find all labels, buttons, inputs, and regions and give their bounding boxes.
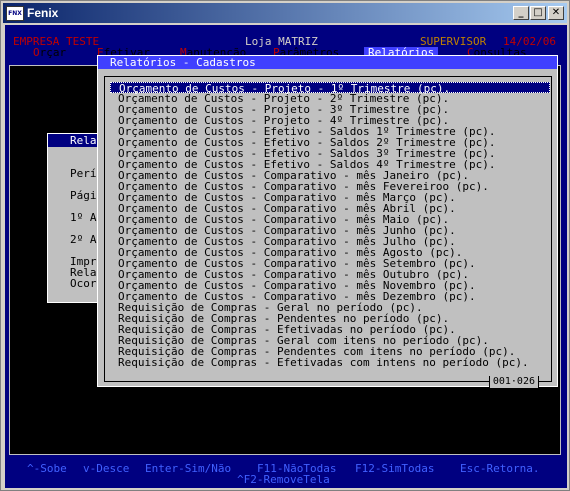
popup-title: Relatórios - Cadastros	[98, 56, 557, 69]
window-title: Fenix	[27, 6, 59, 20]
dialog-field-label: Pági	[70, 189, 97, 202]
maximize-button[interactable]: □	[530, 6, 546, 20]
key-hint: F12-SimTodas	[355, 462, 435, 475]
reports-popup: Relatórios - Cadastros 001·026 Orçamento…	[97, 55, 558, 388]
key-hint: ^-Sobe	[27, 462, 67, 475]
key-hint: ^F2-RemoveTela	[237, 473, 330, 486]
menu-label: rçar	[39, 46, 67, 59]
dialog-field-label: 1º A	[70, 211, 97, 224]
report-list: Orçamento de Custos - Projeto - 1º Trime…	[110, 82, 550, 368]
minimize-button[interactable]: _	[513, 6, 529, 20]
dialog-field-label: 2º A	[70, 233, 97, 246]
app-window: FNX Fenix _ □ ✕ EMPRESA TESTE Loja MATRI…	[0, 0, 570, 491]
app-logo-icon: FNX	[6, 6, 24, 21]
dialog-field-label: Ocor	[70, 277, 97, 290]
report-list-item[interactable]: Requisição de Compras - Efetivadas com i…	[110, 357, 550, 368]
close-button[interactable]: ✕	[548, 6, 564, 20]
key-hint: Enter-Sim/Não	[145, 462, 232, 475]
key-hint: v-Desce	[83, 462, 130, 475]
status-bar: ^-Sobe v-Desce Enter-Sim/Não F11-NãoTodas F1…	[5, 463, 567, 487]
menu-hotkey: O	[33, 46, 40, 59]
key-hint: Esc-Retorna.	[460, 462, 540, 475]
menu-item-1[interactable]: Orçar	[33, 47, 66, 58]
title-bar[interactable]: FNX Fenix _ □ ✕	[3, 3, 567, 23]
dialog-field-label: Perí	[70, 167, 97, 180]
console-area: EMPRESA TESTE Loja MATRIZ SUPERVISOR 14/…	[5, 25, 567, 488]
item-counter: 001·026	[488, 376, 539, 388]
